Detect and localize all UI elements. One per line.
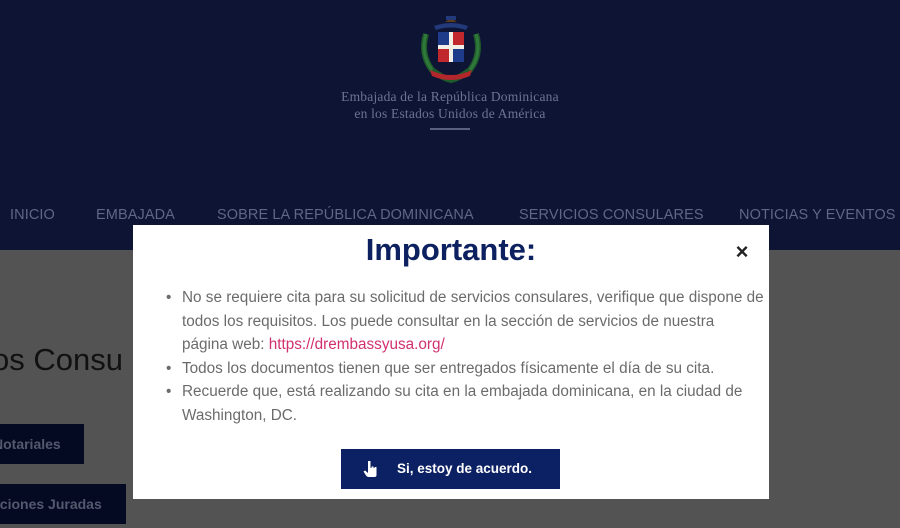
notice-list: No se requiere cita para su solicitud de… xyxy=(164,286,764,428)
declaraciones-juradas-button[interactable]: aciones Juradas xyxy=(0,484,126,524)
embassy-website-link[interactable]: https://drembassyusa.org/ xyxy=(269,336,445,353)
notariales-button[interactable]: Notariales xyxy=(0,424,84,464)
coat-of-arms-icon[interactable] xyxy=(416,14,486,84)
modal-title: Importante: xyxy=(365,232,537,267)
nav-item-sobre-rd[interactable]: SOBRE LA REPÚBLICA DOMINICANA xyxy=(217,207,474,223)
list-item: Todos los documentos tienen que ser entr… xyxy=(164,357,764,381)
nav-item-inicio[interactable]: INICIO xyxy=(10,207,55,223)
nav-item-embajada[interactable]: EMBAJADA xyxy=(96,207,175,223)
title-divider xyxy=(430,128,470,130)
site-header: Embajada de la República Dominicana en l… xyxy=(0,0,900,250)
pointing-hand-icon xyxy=(363,461,377,477)
page-title: os Consu xyxy=(0,342,123,377)
list-item: No se requiere cita para su solicitud de… xyxy=(164,286,764,357)
embassy-name-line-2: en los Estados Unidos de América xyxy=(354,106,546,121)
agree-button-label: Si, estoy de acuerdo. xyxy=(397,461,533,476)
close-icon[interactable]: × xyxy=(731,241,753,263)
agree-button[interactable]: Si, estoy de acuerdo. xyxy=(341,449,560,489)
nav-item-noticias-eventos[interactable]: NOTICIAS Y EVENTOS xyxy=(739,207,896,223)
list-item-text: Todos los documentos tienen que ser entr… xyxy=(182,359,715,377)
list-item-text: Recuerde que, está realizando su cita en… xyxy=(182,383,743,424)
important-notice-modal: Importante: × No se requiere cita para s… xyxy=(133,225,769,499)
list-item: Recuerde que, está realizando su cita en… xyxy=(164,380,764,427)
nav-item-servicios-consulares[interactable]: SERVICIOS CONSULARES xyxy=(519,207,704,223)
embassy-name-line-1: Embajada de la República Dominicana xyxy=(341,89,559,104)
